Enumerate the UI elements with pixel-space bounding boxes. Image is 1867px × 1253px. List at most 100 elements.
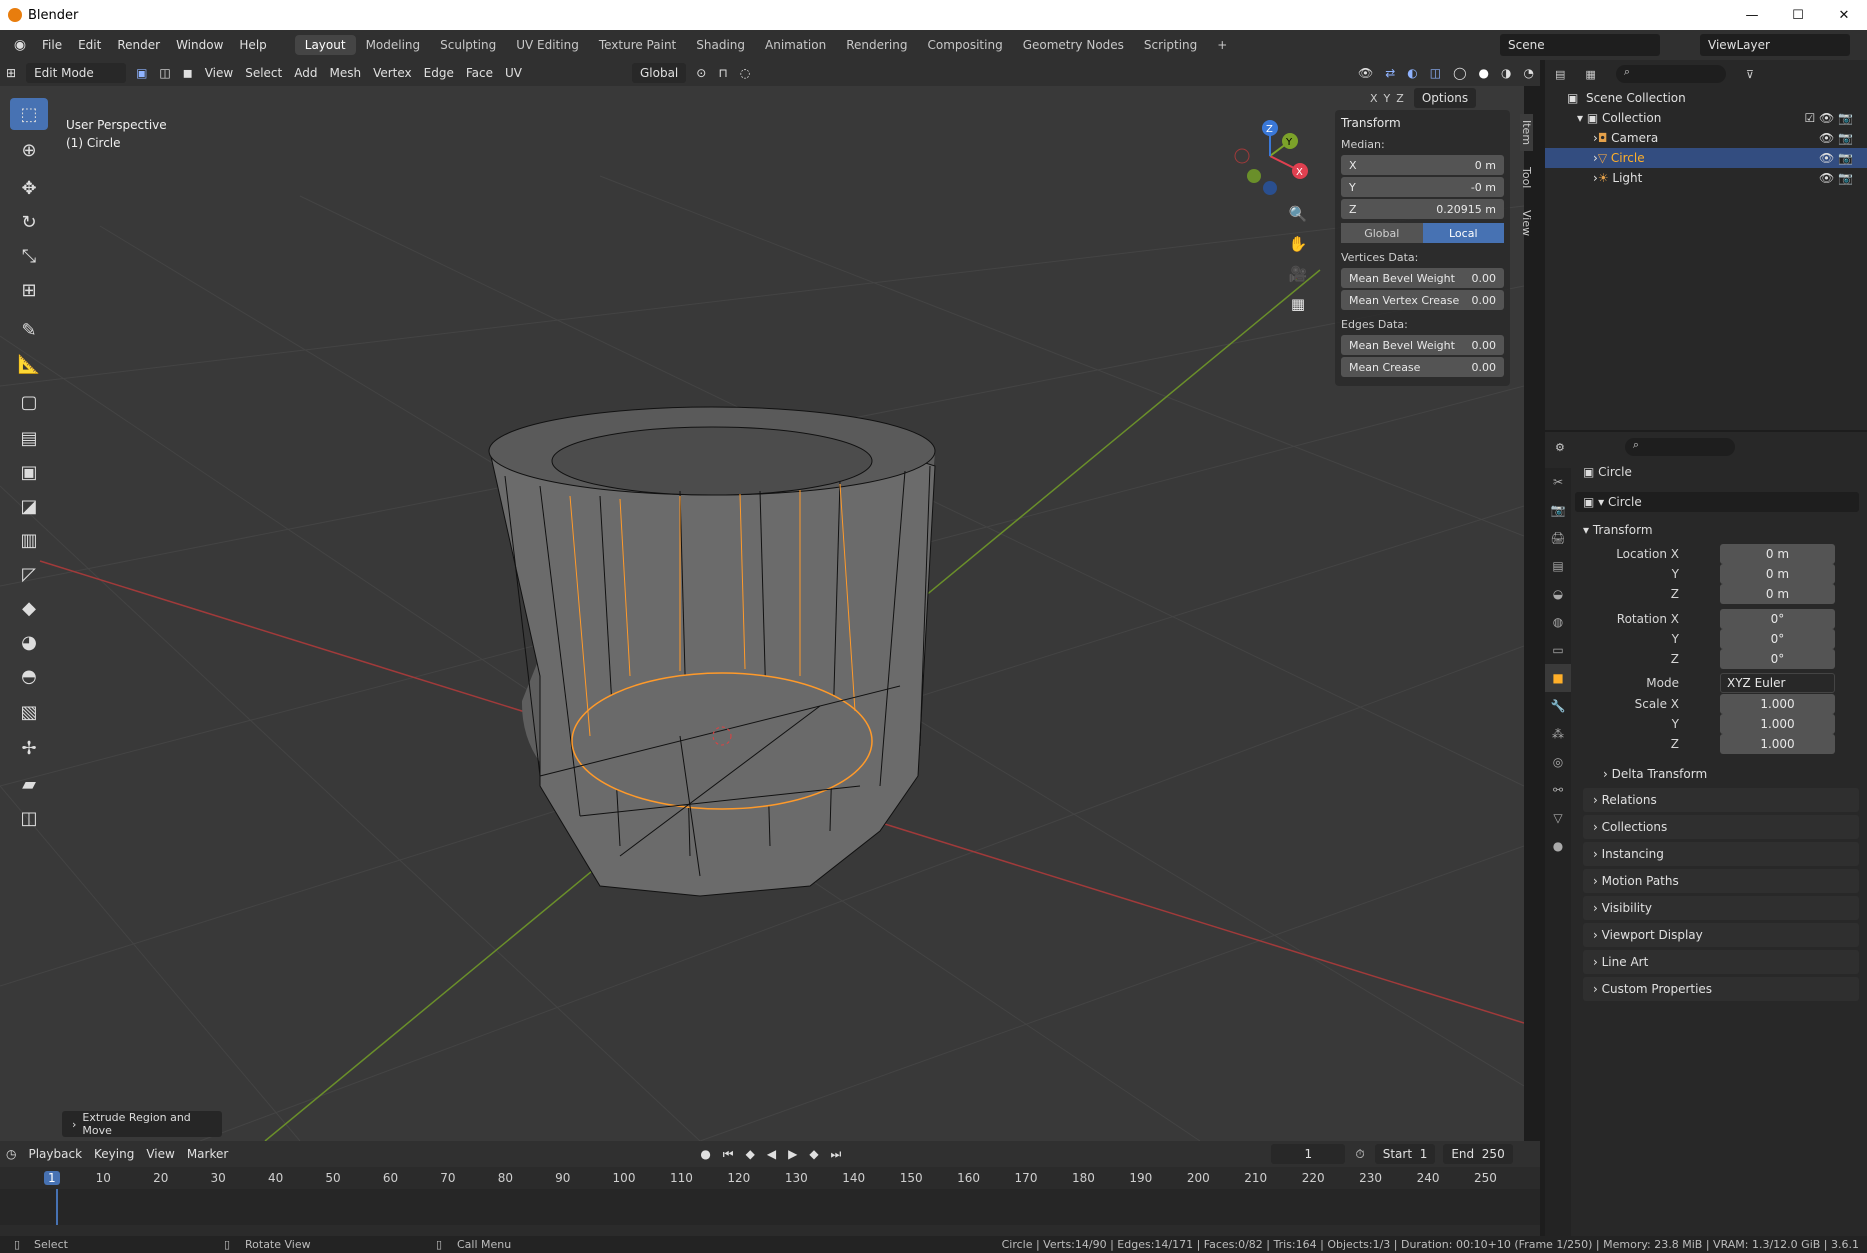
stopwatch-icon[interactable]: ⏱ [1349,1144,1370,1165]
last-operator-panel[interactable]: › Extrude Region and Move [62,1111,222,1137]
instancing-panel[interactable]: › Instancing [1583,842,1859,866]
menu-keying[interactable]: Keying [88,1144,140,1164]
timeline-editor-icon[interactable]: ◷ [0,1144,22,1164]
timeline-track[interactable] [0,1189,1540,1225]
properties-search-icon[interactable]: ⌕ [1624,438,1735,456]
measure-tool-icon[interactable]: 📐 [10,348,48,380]
move-tool-icon[interactable]: ✥ [10,172,48,204]
zoom-icon[interactable]: 🔍 [1284,200,1312,228]
scale-z-field[interactable]: 1.000 [1720,734,1835,754]
menu-edit[interactable]: Edit [70,38,109,52]
blender-menu-icon[interactable]: ◉ [12,37,28,53]
menu-add[interactable]: Add [288,63,323,83]
pan-hand-icon[interactable]: ✋ [1284,230,1312,258]
global-button[interactable]: Global [1341,223,1423,243]
mirror-y-toggle[interactable]: Y [1384,92,1391,105]
particles-tab-icon[interactable]: ⁂ [1545,720,1571,748]
collection-visibility-icon[interactable]: ☑ 👁 📷 [1804,111,1853,125]
mode-dropdown[interactable]: Edit Mode [26,63,127,83]
scale-y-field[interactable]: 1.000 [1720,714,1835,734]
editor-type-icon[interactable]: ⊞ [0,63,22,83]
filter-icon[interactable]: ⊽ [1746,68,1754,81]
custom-properties-panel[interactable]: › Custom Properties [1583,977,1859,1001]
record-icon[interactable]: ● [694,1144,716,1164]
transform-tool-icon[interactable]: ⊞ [10,274,48,306]
menu-window[interactable]: Window [168,38,231,52]
menu-render[interactable]: Render [109,38,168,52]
visibility-icon[interactable]: 👁 [1352,63,1379,83]
vertex-select-icon[interactable]: ▣ [130,63,153,83]
menu-marker[interactable]: Marker [181,1144,234,1164]
next-keyframe-icon[interactable]: ◆ [803,1144,824,1164]
jump-start-icon[interactable]: ⏮ [717,1144,740,1165]
tree-item-circle[interactable]: › ▽ Circle 👁 📷 [1545,148,1867,168]
tab-texture-paint[interactable]: Texture Paint [589,35,686,55]
playhead[interactable] [56,1189,58,1225]
mean-crease-field[interactable]: Mean Crease 0.00 [1341,357,1504,377]
pivot-icon[interactable]: ⊙ [690,63,712,83]
tab-scripting[interactable]: Scripting [1134,35,1207,55]
object-tab-icon[interactable]: ■ [1545,664,1571,692]
median-y-field[interactable]: Y -0 m [1341,177,1504,197]
minimize-button[interactable]: — [1729,0,1775,30]
tab-tool[interactable]: Tool [1520,161,1533,194]
timeline-ruler[interactable]: 1 10 20 30 40 50 60 70 80 90 100 110 120 130 140 150 160… [0,1167,1540,1189]
relations-panel[interactable]: › Relations [1583,788,1859,812]
menu-vertex[interactable]: Vertex [367,63,418,83]
3d-viewport[interactable]: User Perspective (1) Circle ⬚ ⊕ ✥ ↻ ⤡ ⊞ … [0,86,1524,1141]
smooth-tool-icon[interactable]: ◓ [10,660,48,692]
tree-collection[interactable]: ▾ ▣ Collection ☑ 👁 📷 [1545,108,1867,128]
face-select-icon[interactable]: ◼ [177,63,199,83]
collection-tab-icon[interactable]: ▭ [1545,636,1571,664]
menu-mesh[interactable]: Mesh [323,63,367,83]
tab-sculpting[interactable]: Sculpting [430,35,506,55]
tab-layout[interactable]: Layout [294,35,356,55]
solid-shading-icon[interactable]: ● [1473,63,1495,83]
jump-end-icon[interactable]: ⏭ [825,1144,848,1165]
inset-tool-icon[interactable]: ▣ [10,456,48,488]
menu-timeline-view[interactable]: View [140,1144,180,1164]
mirror-x-toggle[interactable]: X [1370,92,1378,105]
knife-tool-icon[interactable]: ◸ [10,558,48,590]
orientation-dropdown[interactable]: Global [631,63,687,83]
local-button[interactable]: Local [1422,223,1504,243]
material-shading-icon[interactable]: ◑ [1495,63,1517,83]
mean-vertex-crease-field[interactable]: Mean Vertex Crease 0.00 [1341,290,1504,310]
location-z-field[interactable]: 0 m [1720,584,1835,604]
ortho-grid-icon[interactable]: ▦ [1284,290,1312,318]
end-frame-field[interactable]: End 250 [1443,1144,1513,1164]
menu-edge[interactable]: Edge [418,63,460,83]
add-cube-tool-icon[interactable]: ▢ [10,386,48,418]
tab-animation[interactable]: Animation [755,35,836,55]
tab-rendering[interactable]: Rendering [836,35,917,55]
menu-file[interactable]: File [34,38,70,52]
shrink-fatten-tool-icon[interactable]: ✢ [10,732,48,764]
rotation-x-field[interactable]: 0° [1720,609,1835,629]
location-y-field[interactable]: 0 m [1720,564,1835,584]
view-layer-selector[interactable]: ViewLayer [1700,34,1850,56]
view-layer-tab-icon[interactable]: ▤ [1545,552,1571,580]
current-frame-field[interactable]: 1 [1271,1144,1346,1164]
scale-x-field[interactable]: 1.000 [1720,694,1835,714]
loop-cut-tool-icon[interactable]: ▥ [10,524,48,556]
properties-editor-icon[interactable]: ⚙ [1555,441,1565,454]
extrude-tool-icon[interactable]: ▤ [10,422,48,454]
light-visibility-icon[interactable]: 👁 📷 [1819,171,1853,185]
tab-modeling[interactable]: Modeling [356,35,431,55]
circle-visibility-icon[interactable]: 👁 📷 [1819,151,1853,165]
tab-geometry-nodes[interactable]: Geometry Nodes [1013,35,1134,55]
physics-tab-icon[interactable]: ◎ [1545,748,1571,776]
annotate-tool-icon[interactable]: ✎ [10,314,48,346]
rotate-tool-icon[interactable]: ↻ [10,206,48,238]
output-tab-icon[interactable]: 🖨 [1545,524,1571,552]
circle-mesh[interactable] [488,406,936,897]
navigation-gizmo[interactable]: X Y Z [1230,116,1310,196]
tree-scene-collection[interactable]: ▣ Scene Collection [1545,88,1867,108]
mean-bevel-weight-vertex-field[interactable]: Mean Bevel Weight 0.00 [1341,268,1504,288]
cursor-tool-icon[interactable]: ⊕ [10,134,48,166]
scene-selector[interactable]: Scene [1500,34,1660,56]
tab-uv-editing[interactable]: UV Editing [506,35,589,55]
motion-paths-panel[interactable]: › Motion Paths [1583,869,1859,893]
xray-icon[interactable]: ◫ [1424,63,1447,83]
snap-icon[interactable]: ⊓ [712,63,733,83]
